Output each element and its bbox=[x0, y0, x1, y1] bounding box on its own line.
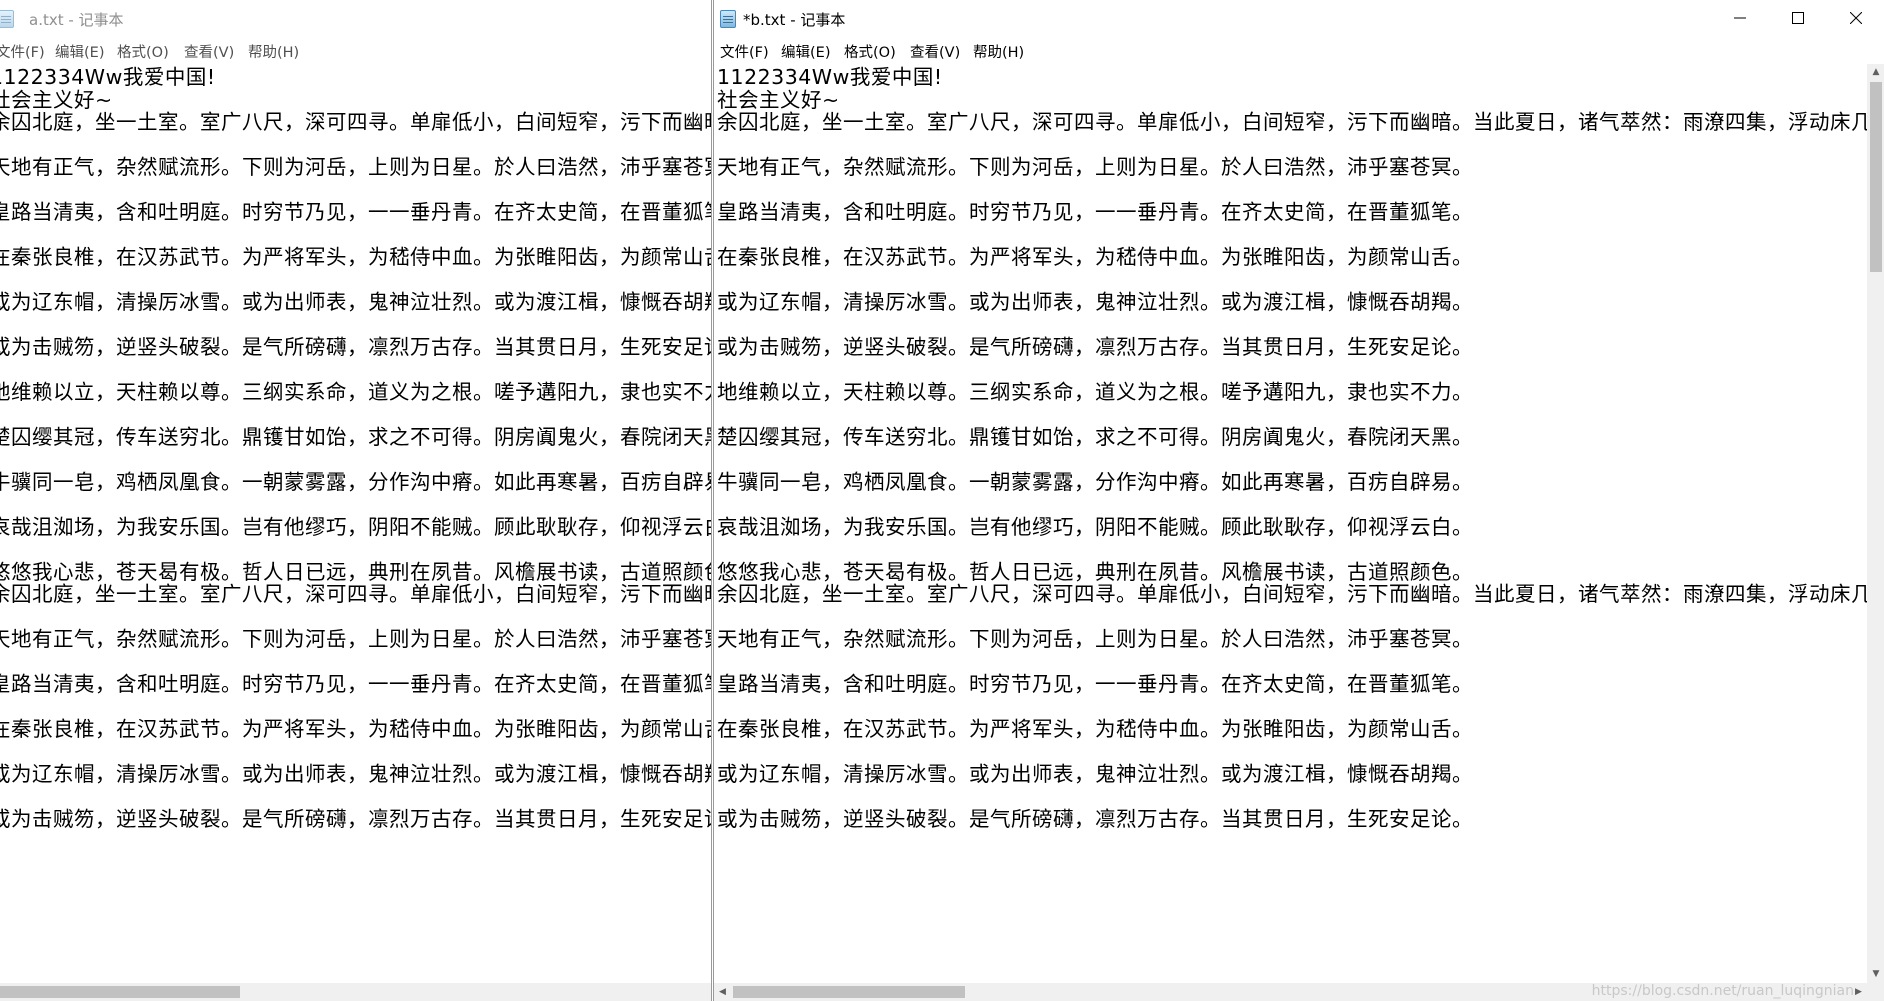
text-line: 余囚北庭，坐一土室。室广八尺，深可四寻。单扉低小，白间短窄，污下而幽暗。当此夏日… bbox=[717, 582, 1867, 606]
text-line: 楚囚缨其冠，传车送穷北。鼎镬甘如饴，求之不可得。阴房阗鬼火，春院闭天黑。 bbox=[0, 425, 711, 449]
text-line: 楚囚缨其冠，传车送穷北。鼎镬甘如饴，求之不可得。阴房阗鬼火，春院闭天黑。 bbox=[717, 425, 1473, 449]
text-line: 皇路当清夷，含和吐明庭。时穷节乃见，一一垂丹青。在齐太史简，在晋董狐笔。 bbox=[717, 672, 1473, 696]
text-line: 天地有正气，杂然赋流形。下则为河岳，上则为日星。於人曰浩然，沛乎塞苍冥。 bbox=[717, 155, 1473, 179]
text-line: 天地有正气，杂然赋流形。下则为河岳，上则为日星。於人曰浩然，沛乎塞苍冥。 bbox=[0, 627, 711, 651]
text-line: 天地有正气，杂然赋流形。下则为河岳，上则为日星。於人曰浩然，沛乎塞苍冥。 bbox=[0, 155, 711, 179]
text-line: 皇路当清夷，含和吐明庭。时穷节乃见，一一垂丹青。在齐太史简，在晋董狐笔。 bbox=[717, 200, 1473, 224]
text-line: 地维赖以立，天柱赖以尊。三纲实系命，道义为之根。嗟予遘阳九，隶也实不力。 bbox=[717, 380, 1473, 404]
text-line: 牛骥同一皂，鸡栖凤凰食。一朝蒙雾露，分作沟中瘠。如此再寒暑，百疠自辟易。 bbox=[717, 470, 1473, 494]
menu-help[interactable]: 帮助(H) bbox=[248, 41, 299, 62]
title-bar[interactable]: a.txt - 记事本 bbox=[0, 0, 711, 38]
text-line: 或为击贼笏，逆竖头破裂。是气所磅礴，凛烈万古存。当其贯日月，生死安足论。 bbox=[717, 335, 1473, 359]
menu-view[interactable]: 查看(V) bbox=[184, 41, 234, 62]
menu-bar: 文件(F) 编辑(E) 格式(O) 查看(V) 帮助(H) bbox=[714, 38, 1884, 65]
notepad-window-a[interactable]: a.txt - 记事本 文件(F) 编辑(E) 格式(O) 查看(V) 帮助(H… bbox=[0, 0, 712, 1001]
window-title: a.txt - 记事本 bbox=[29, 11, 124, 29]
text-line: 余囚北庭，坐一土室。室广八尺，深可四寻。单扉低小，白间短窄，污下而幽暗。 bbox=[0, 582, 711, 606]
text-line: 哀哉沮洳场，为我安乐国。岂有他缪巧，阴阳不能贼。顾此耿耿存，仰视浮云白。 bbox=[717, 515, 1473, 539]
text-line: 或为辽东帽，清操厉冰雪。或为出师表，鬼神泣壮烈。或为渡江楫，慷慨吞胡羯。 bbox=[0, 290, 711, 314]
notepad-icon bbox=[720, 10, 736, 28]
menu-edit[interactable]: 编辑(E) bbox=[781, 41, 830, 62]
text-line: 或为辽东帽，清操厉冰雪。或为出师表，鬼神泣壮烈。或为渡江楫，慷慨吞胡羯。 bbox=[717, 290, 1473, 314]
text-line: 或为辽东帽，清操厉冰雪。或为出师表，鬼神泣壮烈。或为渡江楫，慷慨吞胡羯。 bbox=[0, 762, 711, 786]
watermark-text: https://blog.csdn.net/ruan_luqingnian bbox=[1591, 983, 1854, 999]
vertical-scrollbar[interactable]: ▲ ▼ bbox=[1867, 64, 1884, 983]
text-line: 或为击贼笏，逆竖头破裂。是气所磅礴，凛烈万古存。当其贯日月，生死安足论。 bbox=[0, 335, 711, 359]
menu-view[interactable]: 查看(V) bbox=[910, 41, 960, 62]
text-line: 哀哉沮洳场，为我安乐国。岂有他缪巧，阴阳不能贼。顾此耿耿存，仰视浮云白。 bbox=[0, 515, 711, 539]
menu-help[interactable]: 帮助(H) bbox=[973, 41, 1024, 62]
text-line: 或为击贼笏，逆竖头破裂。是气所磅礴，凛烈万古存。当其贯日月，生死安足论。 bbox=[717, 807, 1473, 831]
minimize-icon bbox=[1734, 17, 1746, 19]
text-line: 在秦张良椎，在汉苏武节。为严将军头，为嵇侍中血。为张睢阳齿，为颜常山舌。 bbox=[0, 717, 711, 741]
menu-file[interactable]: 文件(F) bbox=[720, 41, 769, 62]
scrollbar-corner bbox=[1867, 983, 1884, 1001]
text-line: 余囚北庭，坐一土室。室广八尺，深可四寻。单扉低小，白间短窄，污下而幽暗。当此夏日… bbox=[717, 110, 1867, 134]
notepad-window-b[interactable]: *b.txt - 记事本 文件(F) 编辑(E) 格式(O) 查看(V) 帮助(… bbox=[713, 0, 1884, 1001]
text-line: 余囚北庭，坐一土室。室广八尺，深可四寻。单扉低小，白间短窄，污下而幽暗。 bbox=[0, 110, 711, 134]
close-icon bbox=[1849, 11, 1863, 25]
text-line: 在秦张良椎，在汉苏武节。为严将军头，为嵇侍中血。为张睢阳齿，为颜常山舌。 bbox=[717, 245, 1473, 269]
text-line: 皇路当清夷，含和吐明庭。时穷节乃见，一一垂丹青。在齐太史简，在晋董狐笔。 bbox=[0, 200, 711, 224]
text-line: 天地有正气，杂然赋流形。下则为河岳，上则为日星。於人曰浩然，沛乎塞苍冥。 bbox=[717, 627, 1473, 651]
menu-format[interactable]: 格式(O) bbox=[844, 41, 896, 62]
scroll-thumb[interactable] bbox=[1870, 82, 1882, 272]
scroll-left-arrow-icon[interactable]: ◀ bbox=[714, 983, 731, 1001]
minimize-button[interactable] bbox=[1711, 0, 1769, 38]
text-line: 或为辽东帽，清操厉冰雪。或为出师表，鬼神泣壮烈。或为渡江楫，慷慨吞胡羯。 bbox=[717, 762, 1473, 786]
scroll-up-arrow-icon[interactable]: ▲ bbox=[1867, 64, 1884, 81]
text-line: 在秦张良椎，在汉苏武节。为严将军头，为嵇侍中血。为张睢阳齿，为颜常山舌。 bbox=[717, 717, 1473, 741]
menu-file[interactable]: 文件(F) bbox=[0, 41, 45, 62]
menu-bar: 文件(F) 编辑(E) 格式(O) 查看(V) 帮助(H) bbox=[0, 38, 711, 65]
scroll-thumb[interactable] bbox=[733, 986, 965, 998]
scroll-down-arrow-icon[interactable]: ▼ bbox=[1867, 966, 1884, 983]
text-line: 或为击贼笏，逆竖头破裂。是气所磅礴，凛烈万古存。当其贯日月，生死安足论。 bbox=[0, 807, 711, 831]
maximize-button[interactable] bbox=[1769, 0, 1827, 38]
horizontal-scrollbar[interactable] bbox=[0, 983, 711, 1001]
title-bar[interactable]: *b.txt - 记事本 bbox=[714, 0, 1884, 38]
text-line: 在秦张良椎，在汉苏武节。为严将军头，为嵇侍中血。为张睢阳齿，为颜常山舌。 bbox=[0, 245, 711, 269]
text-line: 牛骥同一皂，鸡栖凤凰食。一朝蒙雾露，分作沟中瘠。如此再寒暑，百疠自辟易。 bbox=[0, 470, 711, 494]
window-title: *b.txt - 记事本 bbox=[743, 11, 846, 29]
close-button[interactable] bbox=[1827, 0, 1884, 38]
text-line: 皇路当清夷，含和吐明庭。时穷节乃见，一一垂丹青。在齐太史简，在晋董狐笔。 bbox=[0, 672, 711, 696]
scroll-thumb[interactable] bbox=[0, 986, 240, 998]
maximize-icon bbox=[1792, 12, 1804, 24]
menu-edit[interactable]: 编辑(E) bbox=[55, 41, 104, 62]
text-line: 地维赖以立，天柱赖以尊。三纲实系命，道义为之根。嗟予遘阳九，隶也实不力。 bbox=[0, 380, 711, 404]
menu-format[interactable]: 格式(O) bbox=[117, 41, 169, 62]
notepad-icon bbox=[0, 10, 14, 28]
text-editor-area[interactable]: 1122334Ww我爱中国! 社会主义好~ 余囚北庭，坐一土室。室广八尺，深可四寻。… bbox=[714, 64, 1867, 983]
text-editor-area[interactable]: 1122334Ww我爱中国! 社会主义好~ 余囚北庭，坐一土室。室广八尺，深可四寻。… bbox=[0, 64, 711, 983]
